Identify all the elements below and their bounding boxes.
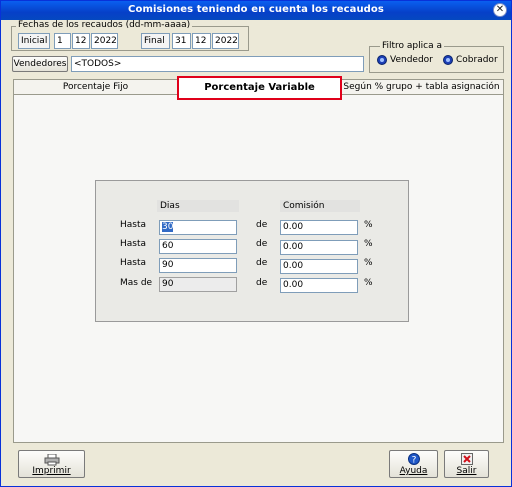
tab-segun-grupo[interactable]: Según % grupo + tabla asignación: [339, 79, 504, 95]
start-day-input[interactable]: 1: [54, 33, 71, 49]
days-input[interactable]: 60: [159, 239, 237, 254]
vendedores-button[interactable]: Vendedores: [12, 56, 68, 72]
exit-icon: [461, 453, 473, 465]
end-day-input[interactable]: 31: [172, 33, 191, 49]
commission-input[interactable]: 0.00: [280, 278, 358, 293]
tab-porcentaje-variable[interactable]: Porcentaje Variable: [177, 76, 342, 100]
tab-porcentaje-fijo[interactable]: Porcentaje Fijo: [13, 79, 178, 95]
row-label: Hasta: [120, 258, 147, 268]
help-button[interactable]: ? Ayuda: [389, 450, 438, 478]
dates-group-label: Fechas de los recaudos (dd-mm-aaaa): [16, 20, 193, 30]
row-de-label: de: [256, 258, 268, 268]
row-de-label: de: [256, 239, 268, 249]
window: Comisiones teniendo en cuenta los recaud…: [0, 0, 512, 487]
start-month-input[interactable]: 12: [72, 33, 90, 49]
close-button[interactable]: ✕: [493, 3, 507, 17]
percent-label: %: [364, 278, 373, 288]
svg-text:?: ?: [412, 456, 417, 466]
percent-label: %: [364, 258, 373, 268]
help-button-label: Ayuda: [399, 466, 428, 476]
radio-cobrador[interactable]: [443, 55, 453, 65]
percent-label: %: [364, 220, 373, 230]
filter-group-label: Filtro aplica a: [380, 41, 444, 51]
radio-vendedor-label[interactable]: Vendedor: [390, 55, 433, 65]
printer-icon: [44, 454, 60, 466]
exit-button-label: Salir: [456, 466, 477, 476]
row-de-label: de: [256, 220, 268, 230]
radio-vendedor[interactable]: [377, 55, 387, 65]
row-label: Mas de: [120, 278, 153, 288]
row-label: Hasta: [120, 220, 147, 230]
print-button-label: Imprimir: [32, 466, 71, 476]
col-header-dias: Dias: [157, 200, 239, 212]
exit-button[interactable]: Salir: [444, 450, 489, 478]
end-month-input[interactable]: 12: [192, 33, 211, 49]
window-title: Comisiones teniendo en cuenta los recaud…: [128, 4, 384, 15]
commission-input[interactable]: 0.00: [280, 259, 358, 274]
print-button[interactable]: Imprimir: [18, 450, 85, 478]
days-input[interactable]: 30: [159, 220, 237, 235]
commission-input[interactable]: 0.00: [280, 220, 358, 235]
end-year-input[interactable]: 2022: [212, 33, 239, 49]
start-year-input[interactable]: 2022: [91, 33, 118, 49]
help-icon: ?: [408, 453, 420, 465]
commission-input[interactable]: 0.00: [280, 240, 358, 255]
col-header-comision: Comisión: [280, 200, 360, 212]
sellers-input[interactable]: <TODOS>: [71, 56, 364, 72]
days-input-value: 30: [162, 222, 174, 232]
days-readonly: 90: [159, 277, 237, 292]
percent-label: %: [364, 239, 373, 249]
row-de-label: de: [256, 278, 268, 288]
row-label: Hasta: [120, 239, 147, 249]
radio-cobrador-label[interactable]: Cobrador: [456, 55, 498, 65]
end-label-box: Final: [141, 33, 170, 49]
start-label-box: Inicial: [18, 33, 50, 49]
commission-table: Dias Comisión Hasta 30 de 0.00 % Hasta 6…: [95, 180, 409, 322]
title-bar: Comisiones teniendo en cuenta los recaud…: [1, 1, 511, 20]
days-input[interactable]: 90: [159, 258, 237, 273]
